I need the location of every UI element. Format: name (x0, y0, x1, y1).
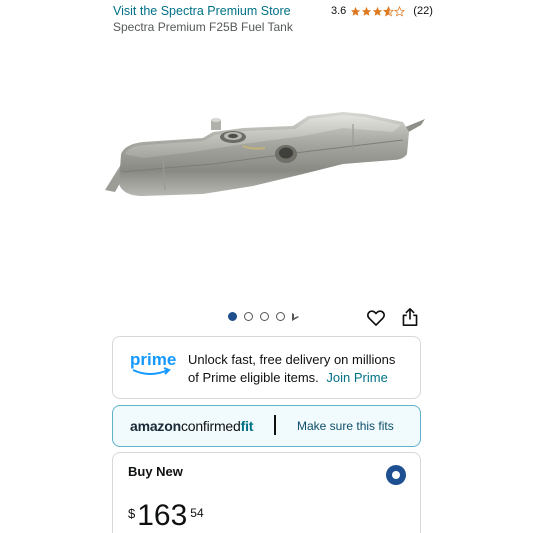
fuel-tank-image[interactable] (103, 98, 428, 208)
heart-icon[interactable] (366, 308, 386, 328)
star-full-icon (373, 6, 383, 16)
buy-new-title: Buy New (128, 464, 183, 479)
prime-logo-text: prime (130, 350, 176, 369)
carousel-dot[interactable] (276, 312, 285, 321)
confirmed-fit-logo-fit: fit (240, 418, 254, 434)
carousel-dot[interactable] (260, 312, 269, 321)
prime-promo[interactable]: prime Unlock fast, free delivery on mill… (112, 336, 421, 399)
video-play-icon[interactable] (292, 312, 299, 321)
star-empty-icon (394, 5, 406, 17)
confirmed-fit-logo-amazon: amazon (130, 418, 181, 434)
prime-logo-icon: prime (130, 350, 176, 375)
rating-count[interactable]: (22) (413, 5, 433, 17)
prime-message: Unlock fast, free delivery on millions o… (188, 351, 395, 387)
price-fraction: 54 (190, 506, 204, 520)
product-title: Spectra Premium F25B Fuel Tank (113, 20, 293, 34)
confirmed-fit-logo: amazonconfirmedfit (130, 418, 253, 434)
carousel-dots (228, 312, 299, 321)
share-icon[interactable] (401, 307, 419, 327)
star-full-icon (351, 6, 361, 16)
rating-value: 3.6 (331, 5, 347, 17)
price-whole: 163 (137, 499, 188, 532)
join-prime-link[interactable]: Join Prime (326, 370, 387, 385)
confirmed-fit-logo-confirmed: confirmed (180, 418, 241, 434)
rating-stars (350, 5, 406, 17)
price-symbol: $ (128, 506, 136, 521)
carousel-dot[interactable] (244, 312, 253, 321)
prime-line1: Unlock fast, free delivery on millions (188, 352, 396, 367)
buy-new-radio[interactable] (386, 465, 406, 485)
divider (274, 415, 276, 435)
prime-line2: of Prime eligible items. (188, 370, 319, 385)
star-half-icon (383, 5, 395, 17)
make-sure-fits-link[interactable]: Make sure this fits (297, 419, 394, 433)
confirmed-fit-banner[interactable]: amazonconfirmedfit Make sure this fits (112, 405, 421, 447)
rating[interactable]: 3.6 (22) (331, 5, 433, 17)
store-link[interactable]: Visit the Spectra Premium Store (113, 4, 291, 18)
price: $ 163 54 (128, 501, 204, 531)
buy-new-option[interactable]: Buy New $ 163 54 (112, 452, 421, 533)
carousel-dot-active[interactable] (228, 312, 237, 321)
star-full-icon (362, 6, 372, 16)
